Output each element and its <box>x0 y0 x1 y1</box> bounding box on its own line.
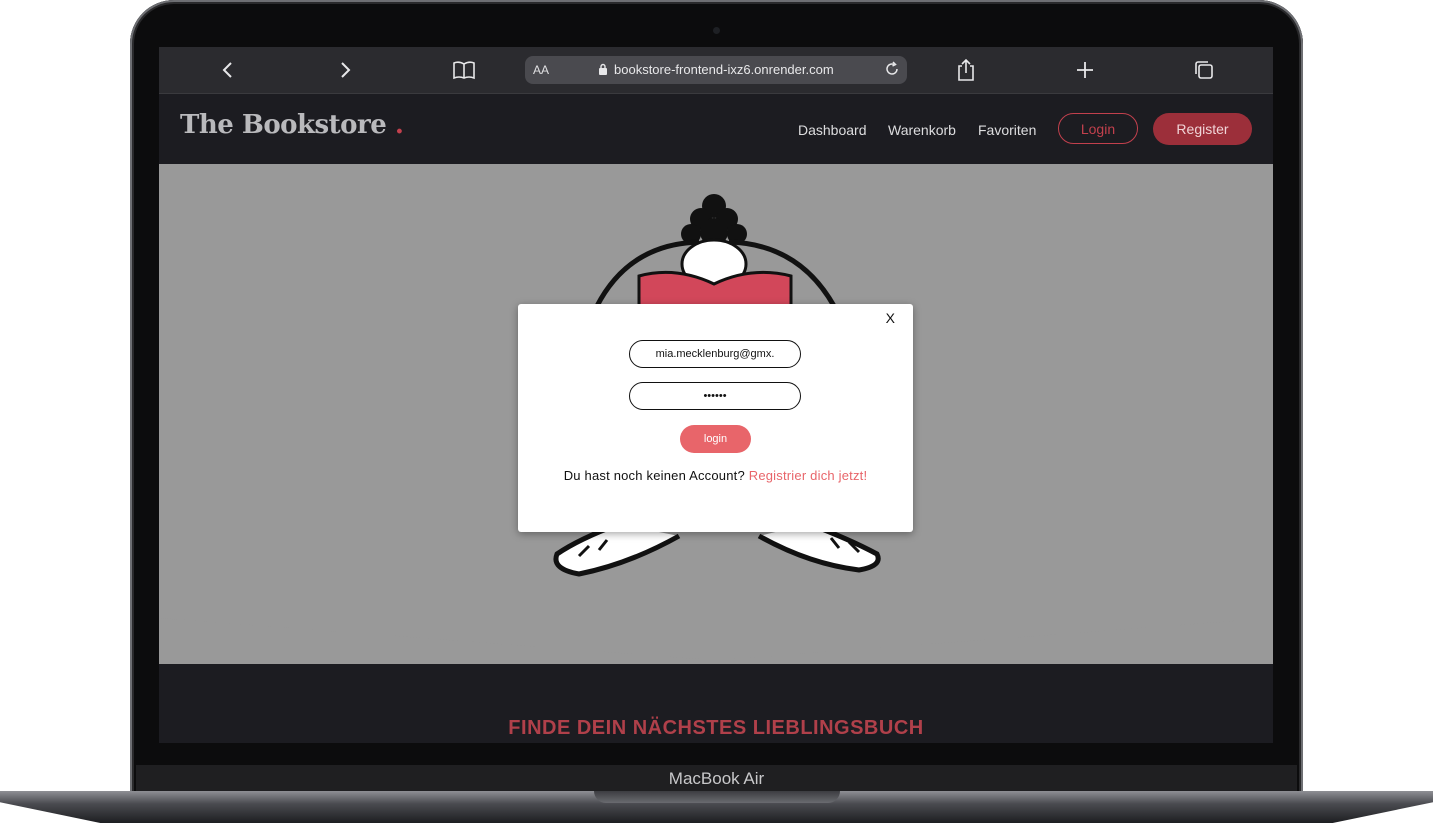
site-navbar: The Bookstore . Dashboard Warenkorb Favo… <box>159 94 1273 165</box>
address-bar[interactable]: AA bookstore-frontend-ixz6.onrender.com <box>525 56 907 84</box>
nav-login-button[interactable]: Login <box>1058 113 1138 144</box>
hero-divider <box>159 614 1273 659</box>
register-prompt-text: Du hast noch keinen Account? <box>563 468 745 483</box>
email-field[interactable]: mia.mecklenburg@gmx. <box>629 340 801 368</box>
section-headline: FINDE DEIN NÄCHSTES LIEBLINGSBUCH <box>508 717 924 739</box>
lock-icon <box>598 63 608 81</box>
screen: AA bookstore-frontend-ixz6.onrender.com … <box>159 47 1273 743</box>
reader-aa-button[interactable]: AA <box>533 63 549 77</box>
laptop-chin: MacBook Air <box>136 765 1297 792</box>
login-modal: X mia.mecklenburg@gmx. •••••• login Du h… <box>518 304 913 532</box>
nav-favorites-link[interactable]: Favoriten <box>978 122 1036 138</box>
register-prompt: Du hast noch keinen Account? Registrier … <box>518 468 913 483</box>
browser-toolbar: AA bookstore-frontend-ixz6.onrender.com <box>159 47 1273 94</box>
laptop-notch <box>594 791 840 803</box>
back-icon[interactable] <box>214 56 242 84</box>
register-link[interactable]: Registrier dich jetzt! <box>749 468 868 483</box>
share-icon[interactable] <box>952 56 980 84</box>
bookmarks-icon[interactable] <box>450 56 478 84</box>
url-text: bookstore-frontend-ixz6.onrender.com <box>614 62 834 77</box>
brand-logo[interactable]: The Bookstore . <box>180 110 404 140</box>
password-field[interactable]: •••••• <box>629 382 801 410</box>
brand-dot: . <box>394 110 404 140</box>
reload-icon[interactable] <box>883 60 901 83</box>
nav-cart-link[interactable]: Warenkorb <box>888 122 956 138</box>
brand-text: The Bookstore <box>180 110 387 140</box>
nav-register-button[interactable]: Register <box>1153 113 1252 145</box>
login-submit-button[interactable]: login <box>680 425 751 453</box>
close-modal-button[interactable]: X <box>886 310 895 326</box>
tabs-icon[interactable] <box>1190 56 1218 84</box>
nav-dashboard-link[interactable]: Dashboard <box>798 122 867 138</box>
new-tab-icon[interactable] <box>1071 56 1099 84</box>
device-label: MacBook Air <box>668 769 765 788</box>
forward-icon[interactable] <box>331 56 359 84</box>
camera-icon <box>713 27 720 34</box>
